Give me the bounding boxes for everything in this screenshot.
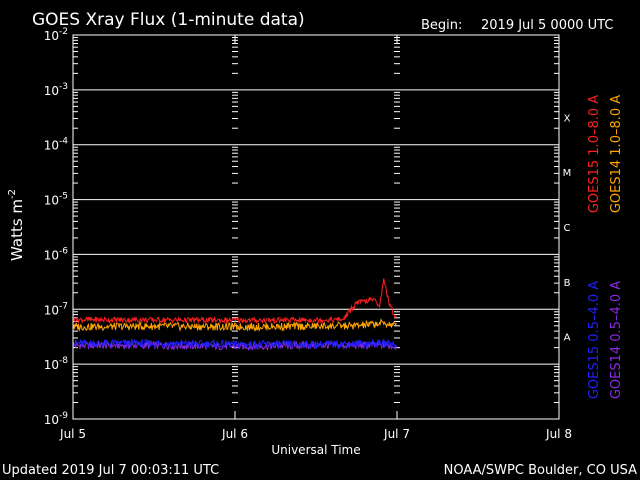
y-tick-label: 10-8 — [44, 356, 69, 372]
y-tick-label: 10-7 — [44, 301, 68, 317]
y-tick-labels: 10-2 10-3 10-4 10-5 10-6 10-7 10-8 10-9 — [44, 27, 69, 427]
begin-value: 2019 Jul 5 0000 UTC — [481, 18, 613, 33]
flare-class-label: C — [564, 223, 571, 234]
legend-entry: GOES14 0.5–4.0 A — [609, 281, 624, 399]
flare-class-label: M — [563, 168, 572, 179]
x-tick-label: Jul 6 — [221, 427, 248, 441]
x-tick-label: Jul 7 — [383, 427, 410, 441]
begin-label: Begin: — [421, 18, 462, 33]
goes-xray-flux-chart: GOES Xray Flux (1-minute data) Begin: 20… — [2, 10, 637, 478]
series-line — [72, 278, 397, 325]
x-tick-label: Jul 8 — [545, 427, 572, 441]
y-tick-label: 10-6 — [44, 246, 69, 262]
chart-title: GOES Xray Flux (1-minute data) — [32, 10, 305, 30]
legend-entry: GOES15 0.5–4.0 A — [587, 281, 602, 399]
x-axis-label: Universal Time — [271, 443, 360, 457]
grid-lines — [73, 34, 559, 420]
y-tick-label: 10-3 — [44, 82, 68, 98]
flare-class-label: A — [564, 333, 571, 344]
y-axis-label: Watts m-2 — [7, 189, 26, 261]
legend-entry: GOES15 1.0–8.0 A — [587, 95, 602, 213]
legend: GOES15 1.0–8.0 A GOES14 1.0–8.0 A GOES15 0… — [587, 95, 624, 399]
flare-class-label: B — [564, 278, 571, 289]
y-tick-label: 10-2 — [44, 27, 68, 43]
x-tick-label: Jul 5 — [59, 427, 86, 441]
updated-timestamp: Updated 2019 Jul 7 00:03:11 UTC — [2, 463, 219, 478]
y-tick-label: 10-9 — [44, 411, 69, 427]
y-axis-label-superscript: -2 — [7, 189, 18, 199]
x-tick-labels: Jul 5 Jul 6 Jul 7 Jul 8 — [59, 427, 572, 441]
flare-class-labels: X M C B A — [563, 113, 572, 343]
plot-frame — [72, 34, 560, 420]
y-axis-label-text: Watts m — [8, 199, 26, 261]
legend-entry: GOES14 1.0–8.0 A — [609, 95, 624, 213]
y-tick-label: 10-5 — [44, 192, 68, 208]
axis-ticks — [72, 35, 560, 419]
y-tick-label: 10-4 — [44, 137, 69, 153]
credit-text: NOAA/SWPC Boulder, CO USA — [444, 463, 637, 478]
flare-class-label: X — [564, 113, 571, 124]
